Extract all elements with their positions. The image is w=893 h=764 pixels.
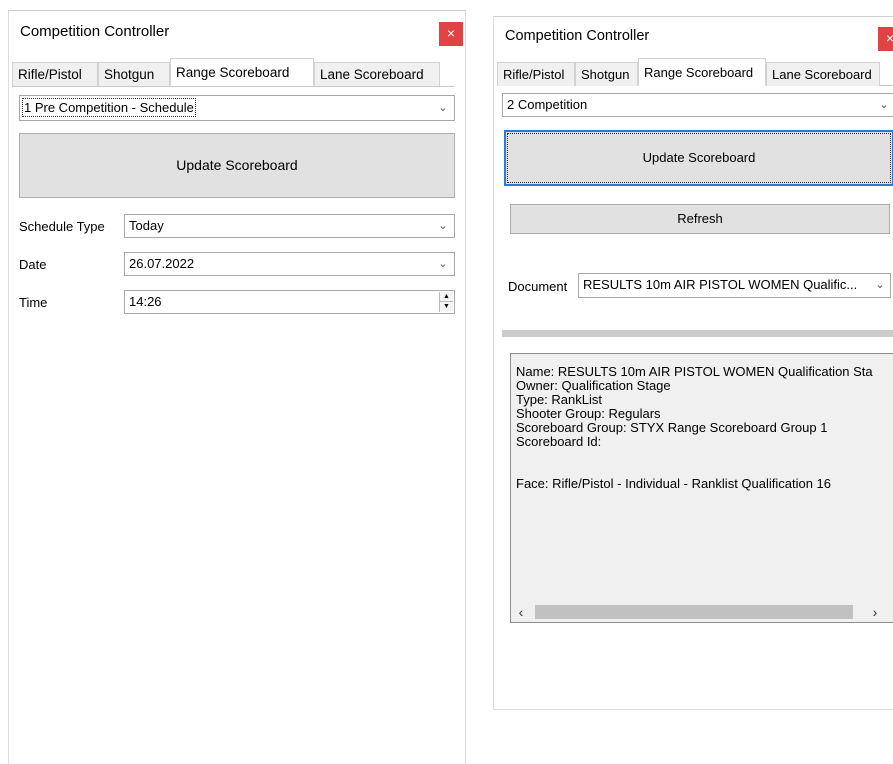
time-input[interactable]: 14:26 ▲ ▼ [124, 290, 455, 314]
spin-down-icon[interactable]: ▼ [440, 302, 453, 311]
tab-rifle-pistol[interactable]: Rifle/Pistol [497, 62, 575, 86]
schedule-type-label: Schedule Type [19, 219, 105, 234]
chevron-down-icon: ⌄ [438, 258, 448, 270]
tab-lane-scoreboard[interactable]: Lane Scoreboard [766, 62, 880, 86]
document-value: RESULTS 10m AIR PISTOL WOMEN Qualific... [583, 277, 858, 292]
schedule-type-value: Today [129, 218, 164, 233]
mode-select-value: 2 Competition [507, 97, 588, 112]
document-label: Document [508, 279, 568, 294]
mode-select[interactable]: 2 Competition ⌄ [502, 93, 893, 117]
splitter[interactable] [502, 330, 893, 337]
close-icon: × [885, 30, 893, 46]
schedule-type-select[interactable]: Today ⌄ [124, 214, 455, 238]
date-picker[interactable]: 26.07.2022 ⌄ [124, 252, 455, 276]
chevron-down-icon: ⌄ [438, 220, 448, 232]
detail-line: Scoreboard Group: STYX Range Scoreboard … [516, 420, 828, 435]
window-title: Competition Controller [505, 28, 650, 44]
tab-shotgun[interactable]: Shotgun [98, 62, 170, 86]
detail-line: Name: RESULTS 10m AIR PISTOL WOMEN Quali… [516, 364, 873, 379]
chevron-down-icon: ⌄ [879, 99, 889, 111]
update-scoreboard-button[interactable]: Update Scoreboard [19, 133, 455, 198]
focus-outline [507, 133, 891, 183]
document-details[interactable]: Name: RESULTS 10m AIR PISTOL WOMEN Quali… [510, 353, 893, 623]
tab-shotgun[interactable]: Shotgun [575, 62, 638, 86]
date-label: Date [19, 257, 47, 272]
close-button[interactable]: × [439, 22, 463, 46]
detail-line: Face: Rifle/Pistol - Individual - Rankli… [516, 476, 832, 491]
right-window: Competition Controller × Rifle/Pistol Sh… [493, 16, 893, 710]
scroll-right-icon[interactable]: › [865, 602, 885, 622]
time-spinner[interactable]: ▲ ▼ [439, 292, 453, 312]
document-select[interactable]: RESULTS 10m AIR PISTOL WOMEN Qualific...… [578, 273, 891, 298]
chevron-down-icon: ⌄ [438, 102, 448, 114]
detail-line: Scoreboard Id: [516, 434, 602, 449]
tab-rifle-pistol[interactable]: Rifle/Pistol [12, 62, 98, 86]
refresh-button[interactable]: Refresh [510, 204, 890, 234]
left-window: Competition Controller × Rifle/Pistol Sh… [8, 10, 466, 764]
date-value: 26.07.2022 [129, 256, 195, 271]
detail-line: Shooter Group: Regulars [516, 406, 661, 421]
close-icon: × [446, 25, 456, 41]
tab-lane-scoreboard[interactable]: Lane Scoreboard [314, 62, 440, 86]
mode-select-value: 1 Pre Competition - Schedule [22, 98, 196, 117]
chevron-down-icon: ⌄ [875, 279, 885, 291]
close-button[interactable]: × [878, 27, 893, 51]
horizontal-scrollbar[interactable]: ‹ › [511, 602, 893, 622]
mode-select[interactable]: 1 Pre Competition - Schedule ⌄ [19, 95, 455, 121]
spin-up-icon[interactable]: ▲ [440, 292, 453, 302]
time-value: 14:26 [129, 294, 162, 309]
tab-range-scoreboard[interactable]: Range Scoreboard [170, 58, 314, 86]
time-label: Time [19, 295, 48, 310]
update-scoreboard-button[interactable]: Update Scoreboard [504, 130, 893, 186]
scroll-thumb[interactable] [535, 605, 853, 619]
tab-range-scoreboard[interactable]: Range Scoreboard [638, 58, 766, 86]
detail-line: Type: RankList [516, 392, 602, 407]
detail-line: Owner: Qualification Stage [516, 378, 671, 393]
scroll-left-icon[interactable]: ‹ [511, 602, 531, 622]
window-title: Competition Controller [20, 23, 170, 40]
